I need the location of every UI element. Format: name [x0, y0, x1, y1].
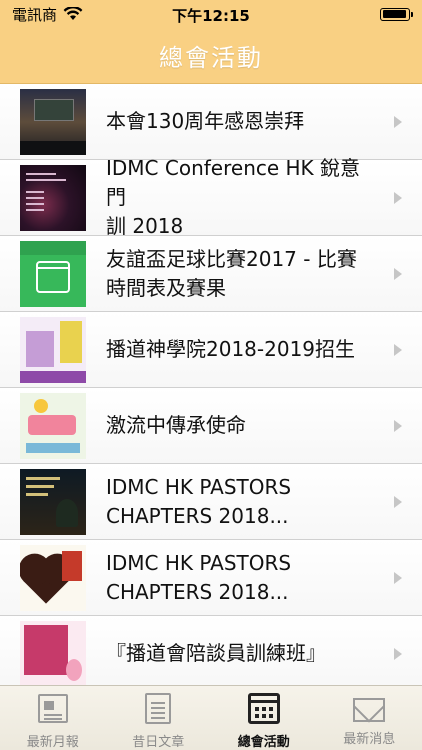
item-title: IDMC Conference HK 銳意門 訓 2018	[106, 156, 361, 238]
list-item[interactable]: 播道神學院2018-2019招生	[0, 312, 422, 388]
activity-list[interactable]: 本會130周年感恩崇拜 IDMC Conference HK 銳意門 訓 201…	[0, 84, 422, 685]
thumbnail-image	[20, 88, 86, 155]
status-bar: 電訊商 下午12:15	[0, 0, 422, 28]
thumbnail-image	[20, 392, 86, 459]
tab-monthly-news[interactable]: 最新月報	[0, 686, 106, 750]
thumbnail-image	[20, 468, 86, 535]
page-title: 總會活動	[159, 44, 263, 72]
chevron-right-icon	[394, 647, 402, 660]
thumbnail-image	[20, 544, 86, 611]
item-title: 激流中傳承使命	[106, 413, 246, 437]
carrier-label: 電訊商	[12, 5, 58, 24]
thumbnail-image	[20, 620, 86, 685]
chevron-right-icon	[394, 495, 402, 508]
list-item[interactable]: IDMC Conference HK 銳意門 訓 2018	[0, 156, 422, 238]
tab-label: 昔日文章	[132, 735, 185, 750]
list-item[interactable]: 激流中傳承使命	[0, 388, 422, 464]
tab-activities[interactable]: 總會活動	[211, 686, 317, 750]
nav-bar: 總會活動	[0, 28, 422, 84]
chevron-right-icon	[394, 115, 402, 128]
list-item[interactable]: IDMC HK PASTORS CHAPTERS 2018...	[0, 540, 422, 616]
chevron-right-icon	[394, 419, 402, 432]
document-icon	[145, 693, 172, 724]
tab-label: 總會活動	[237, 735, 290, 750]
chevron-right-icon	[394, 343, 402, 356]
calendar-icon	[247, 693, 280, 724]
mail-icon	[353, 698, 386, 722]
item-title: 友誼盃足球比賽2017 - 比賽 時間表及賽果	[106, 246, 357, 300]
tab-latest-news[interactable]: 最新消息	[317, 686, 422, 750]
list-item[interactable]: 『播道會陪談員訓練班』	[0, 616, 422, 685]
tab-bar: 最新月報 昔日文章 總會活動 最新消息	[0, 685, 422, 750]
item-title: 播道神學院2018-2019招生	[106, 337, 356, 361]
item-title: IDMC HK PASTORS CHAPTERS 2018...	[106, 550, 292, 604]
tab-label: 最新消息	[343, 732, 396, 747]
tab-past-articles[interactable]: 昔日文章	[106, 686, 212, 750]
item-title: 『播道會陪談員訓練班』	[106, 641, 326, 665]
thumbnail-image	[20, 316, 86, 383]
status-right	[380, 7, 413, 21]
list-item[interactable]: 本會130周年感恩崇拜	[0, 84, 422, 160]
battery-level	[382, 10, 407, 18]
status-left: 電訊商	[12, 4, 83, 25]
item-title: 本會130周年感恩崇拜	[106, 109, 305, 133]
calendar-icon	[36, 260, 70, 293]
tab-label: 最新月報	[26, 735, 79, 750]
battery-icon	[380, 7, 413, 21]
chevron-right-icon	[394, 191, 402, 204]
list-item[interactable]: 友誼盃足球比賽2017 - 比賽 時間表及賽果	[0, 236, 422, 312]
newspaper-icon	[37, 694, 68, 723]
list-item[interactable]: IDMC HK PASTORS CHAPTERS 2018...	[0, 464, 422, 540]
wifi-icon	[63, 7, 83, 20]
item-title: IDMC HK PASTORS CHAPTERS 2018...	[106, 474, 292, 528]
chevron-right-icon	[394, 571, 402, 584]
thumbnail-image	[20, 240, 86, 307]
thumbnail-image	[20, 164, 86, 231]
chevron-right-icon	[394, 267, 402, 280]
